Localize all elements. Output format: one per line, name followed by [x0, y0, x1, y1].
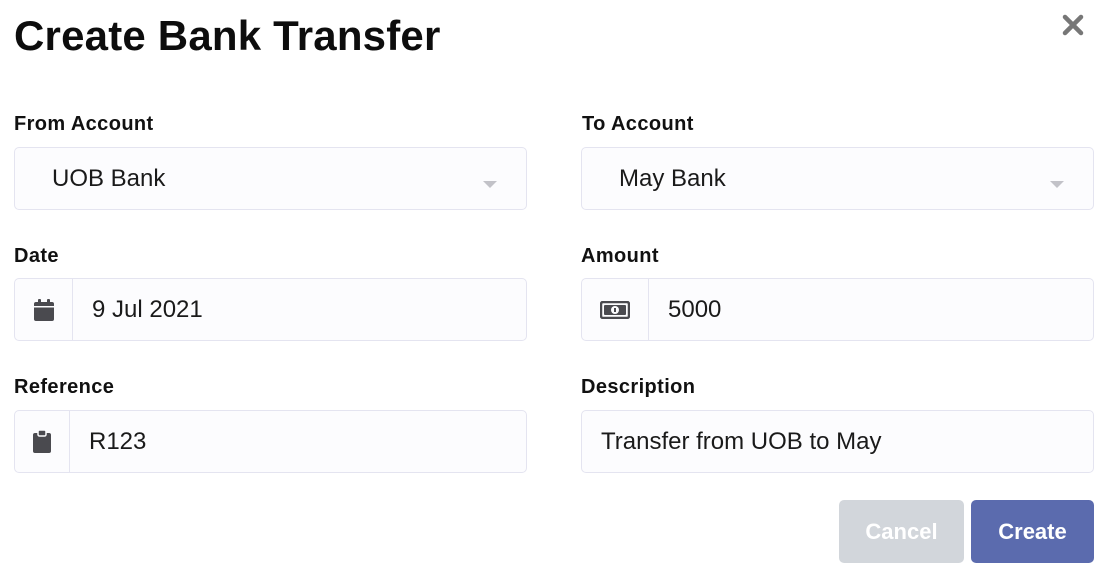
from-account-select[interactable]: UOB Bank	[14, 147, 527, 210]
amount-value: 5000	[668, 295, 722, 323]
clipboard-icon	[33, 430, 51, 453]
to-account-select[interactable]: May Bank	[581, 147, 1094, 210]
reference-label: Reference	[14, 376, 115, 398]
amount-label: Amount	[581, 245, 659, 267]
dialog-title: Create Bank Transfer	[14, 12, 441, 59]
amount-field[interactable]: 5000	[581, 278, 1094, 341]
date-label: Date	[14, 245, 59, 267]
create-button[interactable]: Create	[971, 500, 1094, 563]
close-button[interactable]	[1060, 12, 1086, 38]
reference-field[interactable]: R123	[14, 410, 527, 473]
chevron-down-icon	[483, 181, 497, 188]
amount-addon	[582, 279, 649, 340]
reference-value: R123	[89, 427, 147, 455]
reference-addon	[15, 411, 70, 472]
description-field[interactable]: Transfer from UOB to May	[581, 410, 1094, 473]
date-value: 9 Jul 2021	[92, 295, 203, 323]
date-addon	[15, 279, 73, 340]
calendar-icon	[33, 298, 54, 321]
date-field[interactable]: 9 Jul 2021	[14, 278, 527, 341]
description-label: Description	[581, 376, 696, 398]
money-icon	[600, 300, 630, 319]
close-icon	[1062, 14, 1084, 36]
from-account-label: From Account	[14, 113, 154, 135]
cancel-button[interactable]: Cancel	[839, 500, 964, 563]
to-account-label: To Account	[582, 113, 694, 135]
chevron-down-icon	[1050, 181, 1064, 188]
to-account-value: May Bank	[619, 164, 726, 192]
from-account-value: UOB Bank	[52, 164, 166, 192]
description-value: Transfer from UOB to May	[601, 427, 882, 455]
